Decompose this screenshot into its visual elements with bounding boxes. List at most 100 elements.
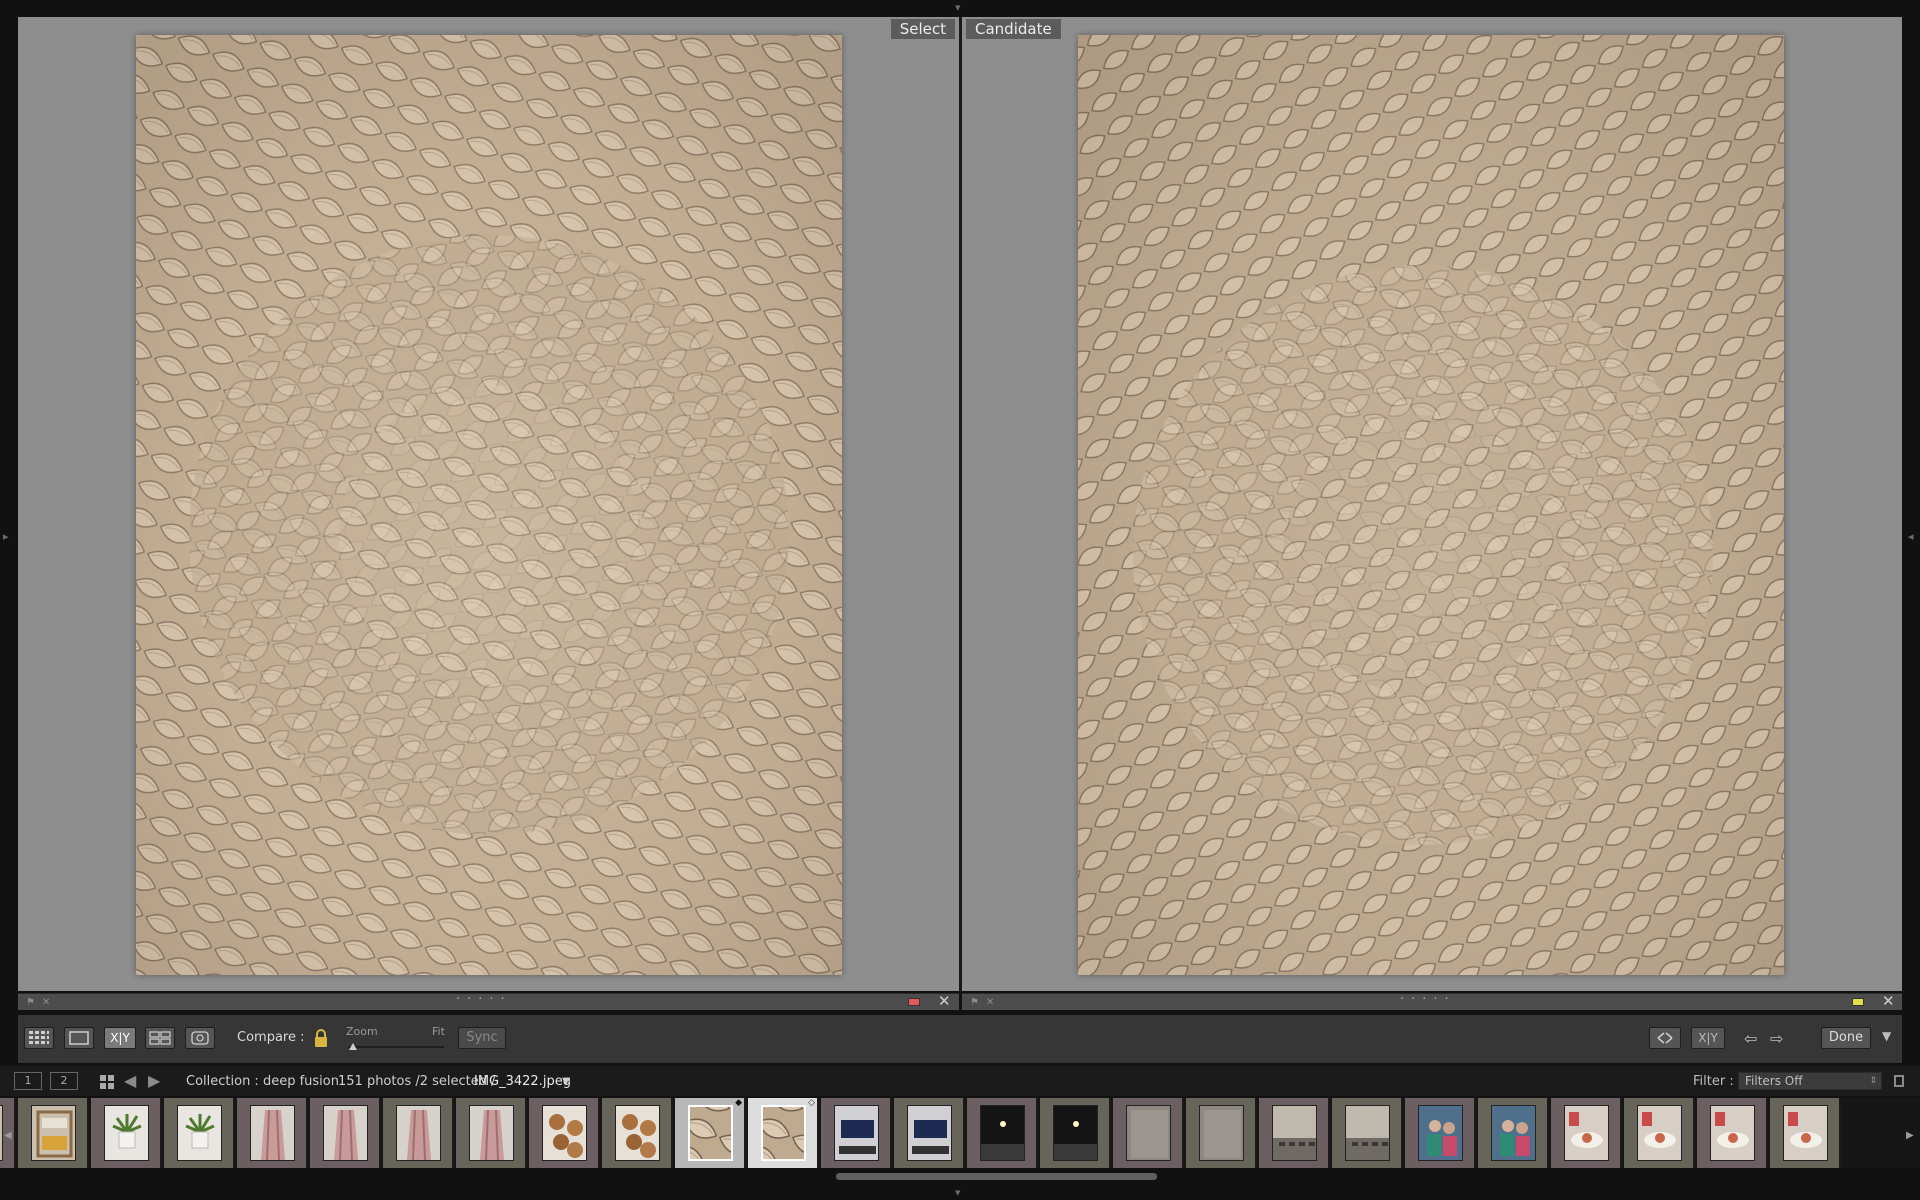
filmstrip-cell[interactable]	[1478, 1098, 1549, 1168]
right-panel-toggle-icon[interactable]: ◂	[1908, 531, 1914, 542]
filmstrip-cell[interactable]	[1186, 1098, 1257, 1168]
star-rating-dots[interactable]: ·····	[1400, 992, 1456, 1007]
filmstrip-cell[interactable]	[237, 1098, 308, 1168]
forward-arrow-icon[interactable]: ▶	[148, 1071, 160, 1090]
filmstrip-cell[interactable]	[1405, 1098, 1476, 1168]
filmstrip-cell[interactable]: ◆	[675, 1098, 746, 1168]
filmstrip-thumbnail[interactable]	[1418, 1105, 1463, 1161]
previous-photo-icon[interactable]: ⇦	[1744, 1029, 1757, 1048]
star-rating-dots[interactable]: ·····	[456, 992, 512, 1007]
loupe-icon	[69, 1031, 89, 1045]
filmstrip-cell[interactable]	[1332, 1098, 1403, 1168]
color-label-swatch[interactable]	[908, 998, 920, 1006]
close-select-icon[interactable]: ✕	[938, 992, 951, 1010]
filmstrip-thumbnail[interactable]	[250, 1105, 295, 1161]
filmstrip-thumbnail[interactable]	[907, 1105, 952, 1161]
filter-lock-icon[interactable]	[1894, 1075, 1904, 1087]
pick-flag-icon[interactable]: ⚑	[970, 997, 979, 1008]
candidate-photo[interactable]	[1078, 35, 1784, 975]
loupe-view-button[interactable]	[64, 1027, 94, 1049]
filmstrip-cell[interactable]	[1259, 1098, 1330, 1168]
filmstrip-cell[interactable]: ◇	[748, 1098, 819, 1168]
secondary-window-button[interactable]: 2	[50, 1072, 78, 1090]
color-label-swatch[interactable]	[1852, 998, 1864, 1006]
filter-select[interactable]: Filters Off ⇕	[1738, 1072, 1882, 1090]
next-photo-icon[interactable]: ⇨	[1770, 1029, 1783, 1048]
grid-small-icon[interactable]	[100, 1074, 114, 1093]
swap-button[interactable]	[1649, 1027, 1681, 1049]
filmstrip-thumbnail[interactable]	[396, 1105, 441, 1161]
filmstrip-left-arrow-icon[interactable]: ◀	[4, 1130, 12, 1141]
filmstrip-scrollbar[interactable]	[836, 1173, 1157, 1180]
grid-view-button[interactable]	[24, 1027, 54, 1049]
close-candidate-icon[interactable]: ✕	[1882, 992, 1895, 1010]
filmstrip-cell[interactable]	[383, 1098, 454, 1168]
make-select-button[interactable]: X|Y	[1691, 1027, 1725, 1049]
filmstrip-thumbnail[interactable]	[1053, 1105, 1098, 1161]
top-panel-toggle-icon[interactable]: ▾	[955, 2, 961, 13]
filmstrip-thumbnail[interactable]	[469, 1105, 514, 1161]
filmstrip-cell[interactable]	[18, 1098, 89, 1168]
filmstrip-thumbnail[interactable]	[1199, 1105, 1244, 1161]
reject-flag-icon[interactable]: ✕	[986, 997, 994, 1008]
filmstrip-thumbnail[interactable]	[688, 1105, 733, 1161]
select-photo[interactable]	[136, 35, 842, 975]
filmstrip-cell[interactable]	[1624, 1098, 1695, 1168]
survey-view-button[interactable]	[145, 1027, 175, 1049]
filmstrip-thumbnail[interactable]	[980, 1105, 1025, 1161]
back-arrow-icon[interactable]: ◀	[124, 1071, 136, 1090]
filmstrip-thumbnail[interactable]	[1637, 1105, 1682, 1161]
filmstrip-cell[interactable]	[602, 1098, 673, 1168]
filmstrip-cell[interactable]	[91, 1098, 162, 1168]
filmstrip-cell[interactable]	[1770, 1098, 1841, 1168]
done-button[interactable]: Done	[1821, 1027, 1871, 1049]
filmstrip-cell[interactable]	[164, 1098, 235, 1168]
zoom-slider-handle[interactable]	[349, 1043, 357, 1050]
filmstrip-thumbnail[interactable]	[1783, 1105, 1828, 1161]
compare-view-button[interactable]: X|Y	[104, 1027, 136, 1049]
collection-path[interactable]: Collection : deep fusion	[186, 1074, 339, 1089]
pick-flag-icon[interactable]: ⚑	[26, 997, 35, 1008]
main-window-button[interactable]: 1	[14, 1072, 42, 1090]
reject-flag-icon[interactable]: ✕	[42, 997, 50, 1008]
filmstrip-thumbnail[interactable]	[31, 1105, 76, 1161]
filmstrip-right-arrow-icon[interactable]: ▶	[1906, 1130, 1914, 1141]
sync-button[interactable]: Sync	[458, 1027, 506, 1049]
zoom-slider[interactable]	[348, 1046, 444, 1048]
thumbnail-image	[1054, 1106, 1097, 1160]
filmstrip-cell[interactable]	[1040, 1098, 1111, 1168]
left-panel-toggle-icon[interactable]: ▸	[3, 531, 9, 542]
filmstrip-thumbnail[interactable]	[761, 1105, 806, 1161]
filmstrip-cell[interactable]	[1697, 1098, 1768, 1168]
filmstrip-cell[interactable]	[894, 1098, 965, 1168]
filmstrip-thumbnail[interactable]	[1272, 1105, 1317, 1161]
filmstrip-thumbnail[interactable]	[834, 1105, 879, 1161]
filmstrip-thumbnail[interactable]	[615, 1105, 660, 1161]
toolbar-menu-chevron-icon[interactable]: ▼	[1882, 1029, 1891, 1043]
people-view-button[interactable]	[185, 1027, 215, 1049]
filmstrip-thumbnail[interactable]	[1710, 1105, 1755, 1161]
lock-icon[interactable]	[314, 1028, 328, 1052]
bottom-panel-toggle-icon[interactable]: ▾	[955, 1187, 961, 1198]
filmstrip-cell[interactable]	[1113, 1098, 1184, 1168]
candidate-panel[interactable]: Candidate	[962, 17, 1902, 991]
filmstrip[interactable]: ◆ ◇	[0, 1098, 1920, 1168]
filename-dropdown-icon[interactable]: ▼	[562, 1076, 570, 1087]
filmstrip-thumbnail[interactable]	[1564, 1105, 1609, 1161]
filmstrip-cell[interactable]	[310, 1098, 381, 1168]
filmstrip-cell[interactable]	[967, 1098, 1038, 1168]
filmstrip-cell[interactable]	[456, 1098, 527, 1168]
filmstrip-thumbnail[interactable]	[1491, 1105, 1536, 1161]
filmstrip-thumbnail[interactable]	[0, 1105, 3, 1161]
filmstrip-cell[interactable]	[529, 1098, 600, 1168]
filmstrip-thumbnail[interactable]	[323, 1105, 368, 1161]
filmstrip-thumbnail[interactable]	[104, 1105, 149, 1161]
filmstrip-thumbnail[interactable]	[177, 1105, 222, 1161]
filmstrip-thumbnail[interactable]	[1126, 1105, 1171, 1161]
filmstrip-thumbnail[interactable]	[1345, 1105, 1390, 1161]
filmstrip-cell[interactable]	[821, 1098, 892, 1168]
current-filename[interactable]: IMG_3422.jpeg	[474, 1074, 571, 1089]
filmstrip-thumbnail[interactable]	[542, 1105, 587, 1161]
select-panel[interactable]: Select	[18, 17, 959, 991]
filmstrip-cell[interactable]	[1551, 1098, 1622, 1168]
